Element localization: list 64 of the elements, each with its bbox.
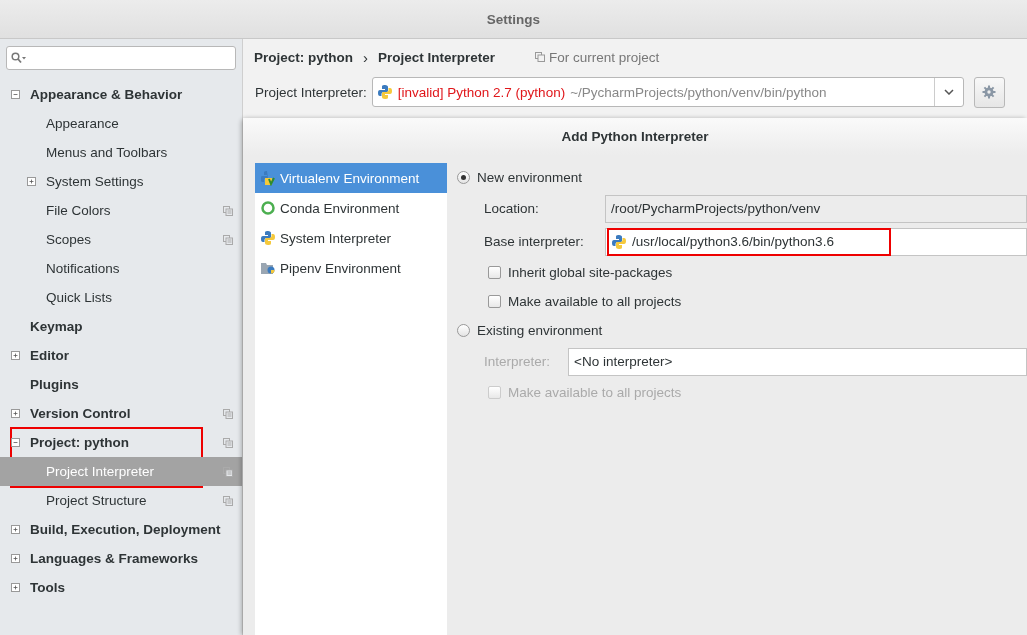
field-label: Project Interpreter: (255, 84, 367, 100)
field-value: /usr/local/python3.6/bin/python3.6 (632, 234, 834, 249)
settings-icon (982, 85, 997, 99)
field-label: Location: (483, 201, 540, 216)
radio-label: New environment (477, 170, 583, 185)
dialog-title: Add Python Interpreter (243, 118, 1027, 155)
settings-button[interactable] (973, 76, 1005, 108)
expand-icon[interactable] (11, 409, 20, 418)
environment-item[interactable]: Conda Environment (255, 193, 447, 223)
virtualenv-icon (260, 170, 276, 186)
checkbox-label: Make available to all projects (508, 385, 682, 400)
interpreter-dropdown[interactable]: [invalid] Python 2.7 (python) ~/PycharmProjects/python/venv/bin/python (371, 77, 964, 107)
breadcrumb-item: Project Interpreter (378, 49, 496, 65)
search-field[interactable] (6, 46, 236, 70)
python-icon (260, 230, 276, 246)
tree-item[interactable]: Project Structure (0, 486, 242, 515)
tree-item[interactable]: System Settings (0, 167, 242, 196)
location-field[interactable]: /root/PycharmProjects/python/venv (605, 194, 1027, 223)
tree-item[interactable]: Version Control (0, 399, 242, 428)
folder-python-icon (260, 260, 276, 276)
field-label: Base interpreter: (483, 234, 585, 249)
tree-item[interactable]: Languages & Frameworks (0, 544, 242, 573)
tree-item[interactable]: Notifications (0, 254, 242, 283)
tree-item[interactable]: Quick Lists (0, 283, 242, 312)
tree-item[interactable]: Project: python (0, 428, 242, 457)
tree-item[interactable]: Tools (0, 573, 242, 602)
radio-button[interactable] (457, 171, 470, 184)
tree-item[interactable]: Menus and Toolbars (0, 138, 242, 167)
checkbox-label: Make available to all projects (508, 294, 682, 309)
checkbox-label: Inherit global site-packages (508, 265, 673, 280)
search-icon (11, 52, 27, 64)
interpreter-path: ~/PycharmProjects/python/venv/bin/python (570, 84, 827, 100)
base-interpreter-field[interactable]: /usr/local/python3.6/bin/python3.6 (605, 227, 1027, 256)
environment-item[interactable]: Pipenv Environment (255, 253, 447, 283)
tree-item[interactable]: Appearance & Behavior (0, 80, 242, 109)
python-icon (376, 84, 393, 100)
tree-item[interactable]: Plugins (0, 370, 242, 399)
tree-item[interactable]: Build, Execution, Deployment (0, 515, 242, 544)
copy-icon (535, 52, 546, 62)
expand-icon[interactable] (11, 554, 20, 563)
breadcrumb-separator: › (363, 48, 368, 66)
collapse-icon[interactable] (11, 438, 20, 447)
python-icon (611, 233, 627, 250)
scope-note: For current project (549, 49, 660, 65)
expand-icon[interactable] (11, 351, 20, 360)
expand-icon[interactable] (11, 525, 20, 534)
chevron-down-icon (943, 89, 954, 95)
expand-icon[interactable] (27, 177, 36, 186)
collapse-icon[interactable] (11, 90, 20, 99)
field-label: Interpreter: (483, 354, 552, 369)
ring-icon (260, 200, 276, 216)
tree-item[interactable]: Scopes (0, 225, 242, 254)
interpreter-status: [invalid] Python 2.7 (python) (397, 84, 566, 100)
expand-icon[interactable] (11, 583, 20, 592)
tree-item[interactable]: Editor (0, 341, 242, 370)
window-title: Settings (0, 0, 1027, 39)
checkbox[interactable] (488, 295, 501, 308)
tree-item[interactable]: File Colors (0, 196, 242, 225)
radio-label: Existing environment (477, 323, 603, 338)
breadcrumb-item: Project: python (254, 49, 353, 65)
tree-item[interactable]: Appearance (0, 109, 242, 138)
environment-item[interactable]: System Interpreter (255, 223, 447, 253)
tree-item[interactable]: Keymap (0, 312, 242, 341)
checkbox[interactable] (488, 266, 501, 279)
